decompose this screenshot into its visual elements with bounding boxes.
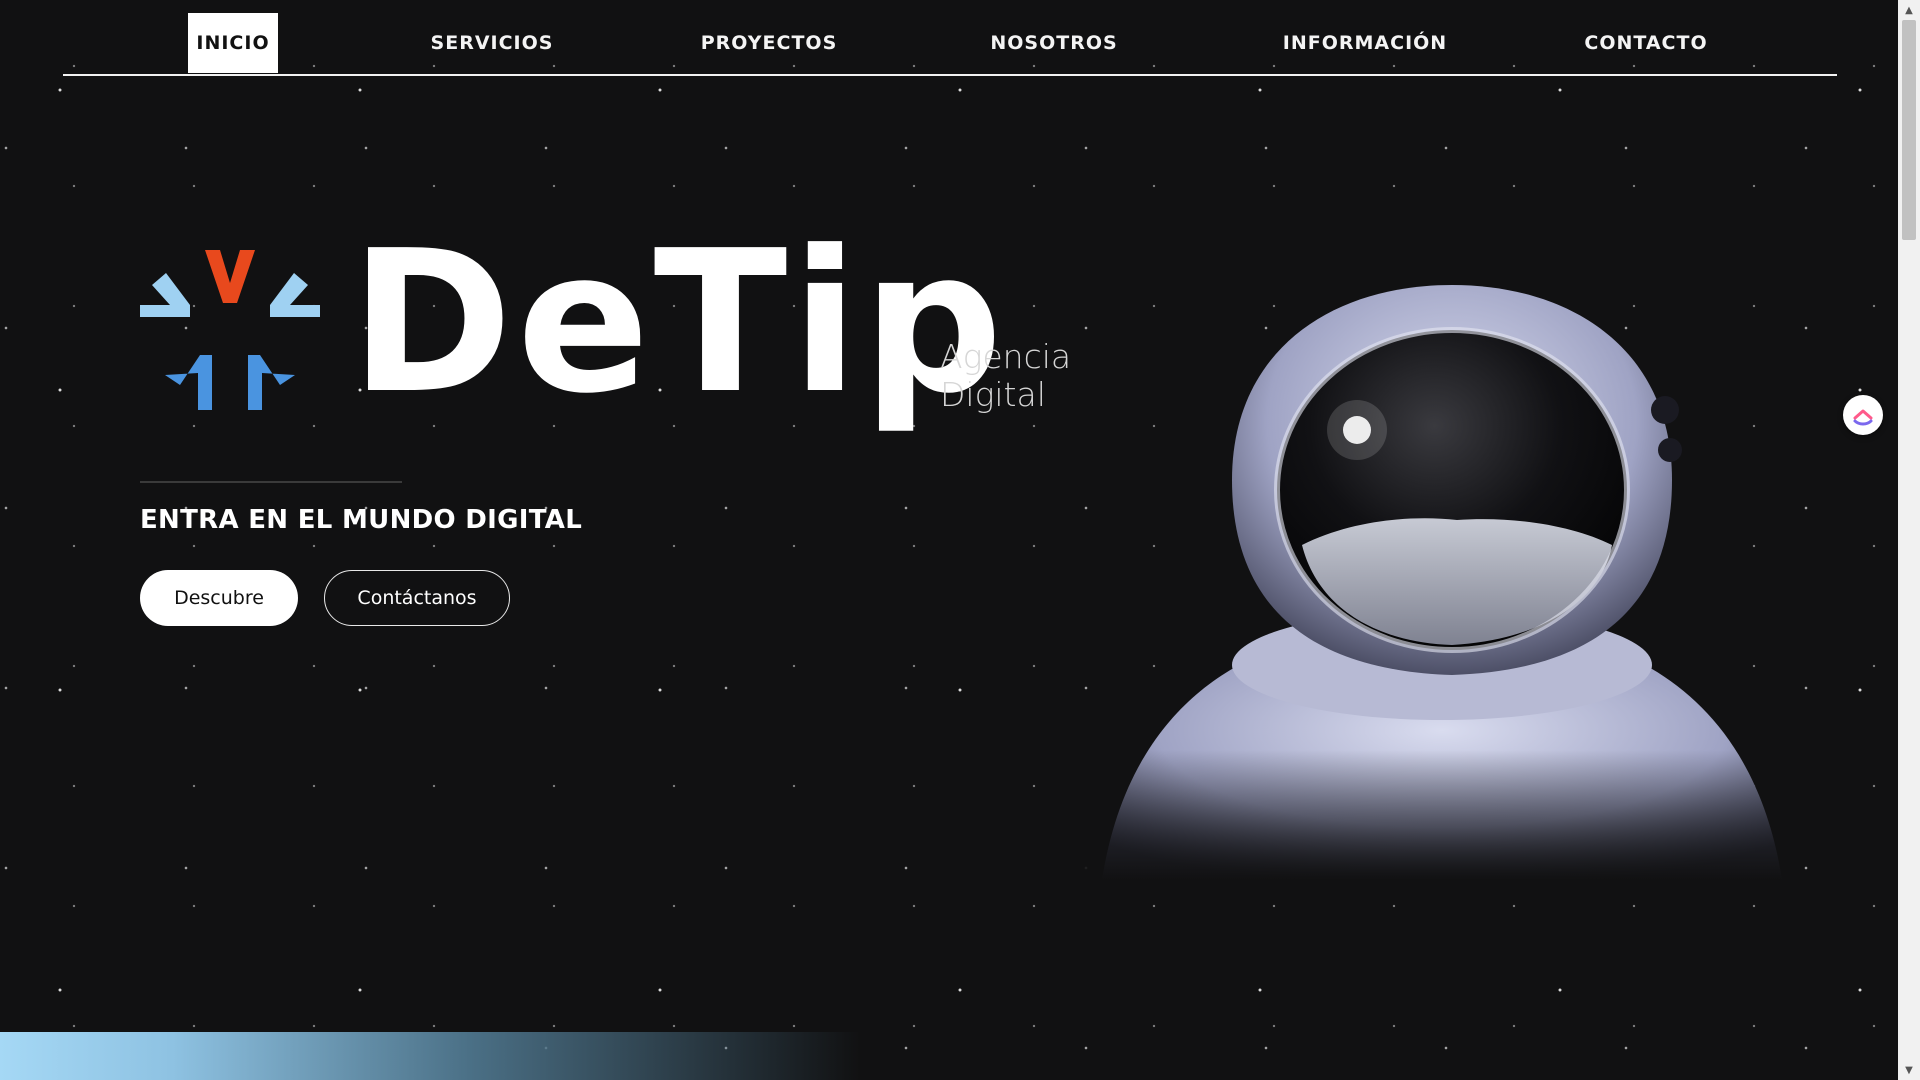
brand-tagline-line2: Digital xyxy=(940,375,1046,414)
bottom-gradient-section xyxy=(0,1032,860,1080)
clickup-widget-button[interactable] xyxy=(1843,395,1883,435)
nav-item-informacion[interactable]: INFORMACIÓN xyxy=(1273,13,1457,73)
nav-item-nosotros[interactable]: NOSOTROS xyxy=(983,13,1125,73)
scroll-thumb[interactable] xyxy=(1902,20,1916,240)
descubre-button[interactable]: Descubre xyxy=(140,570,298,626)
hero-headline: ENTRA EN EL MUNDO DIGITAL xyxy=(140,505,583,535)
nav-item-inicio[interactable]: INICIO xyxy=(188,13,278,73)
scroll-up-arrow-icon[interactable]: ▲ xyxy=(1898,0,1920,20)
brand-tagline-line1: Agencia xyxy=(940,337,1072,376)
nav-item-servicios[interactable]: SERVICIOS xyxy=(423,13,561,73)
detip-logo-icon xyxy=(140,250,320,410)
astronaut-illustration xyxy=(1082,285,1802,880)
scroll-down-arrow-icon[interactable]: ▼ xyxy=(1898,1060,1920,1080)
brand-wordmark: DeTip xyxy=(350,209,1007,437)
brand-tagline: Agencia Digital xyxy=(940,338,1071,414)
page: INICIO SERVICIOS PROYECTOS NOSOTROS INFO… xyxy=(0,0,1920,1080)
page-scrollbar[interactable]: ▲ ▼ xyxy=(1898,0,1920,1080)
nav-item-proyectos[interactable]: PROYECTOS xyxy=(695,13,843,73)
contactanos-button[interactable]: Contáctanos xyxy=(324,570,510,626)
hero-divider xyxy=(140,481,402,483)
nav-item-contacto[interactable]: CONTACTO xyxy=(1575,13,1717,73)
main-nav: INICIO SERVICIOS PROYECTOS NOSOTROS INFO… xyxy=(63,0,1837,76)
clickup-icon xyxy=(1853,409,1873,426)
